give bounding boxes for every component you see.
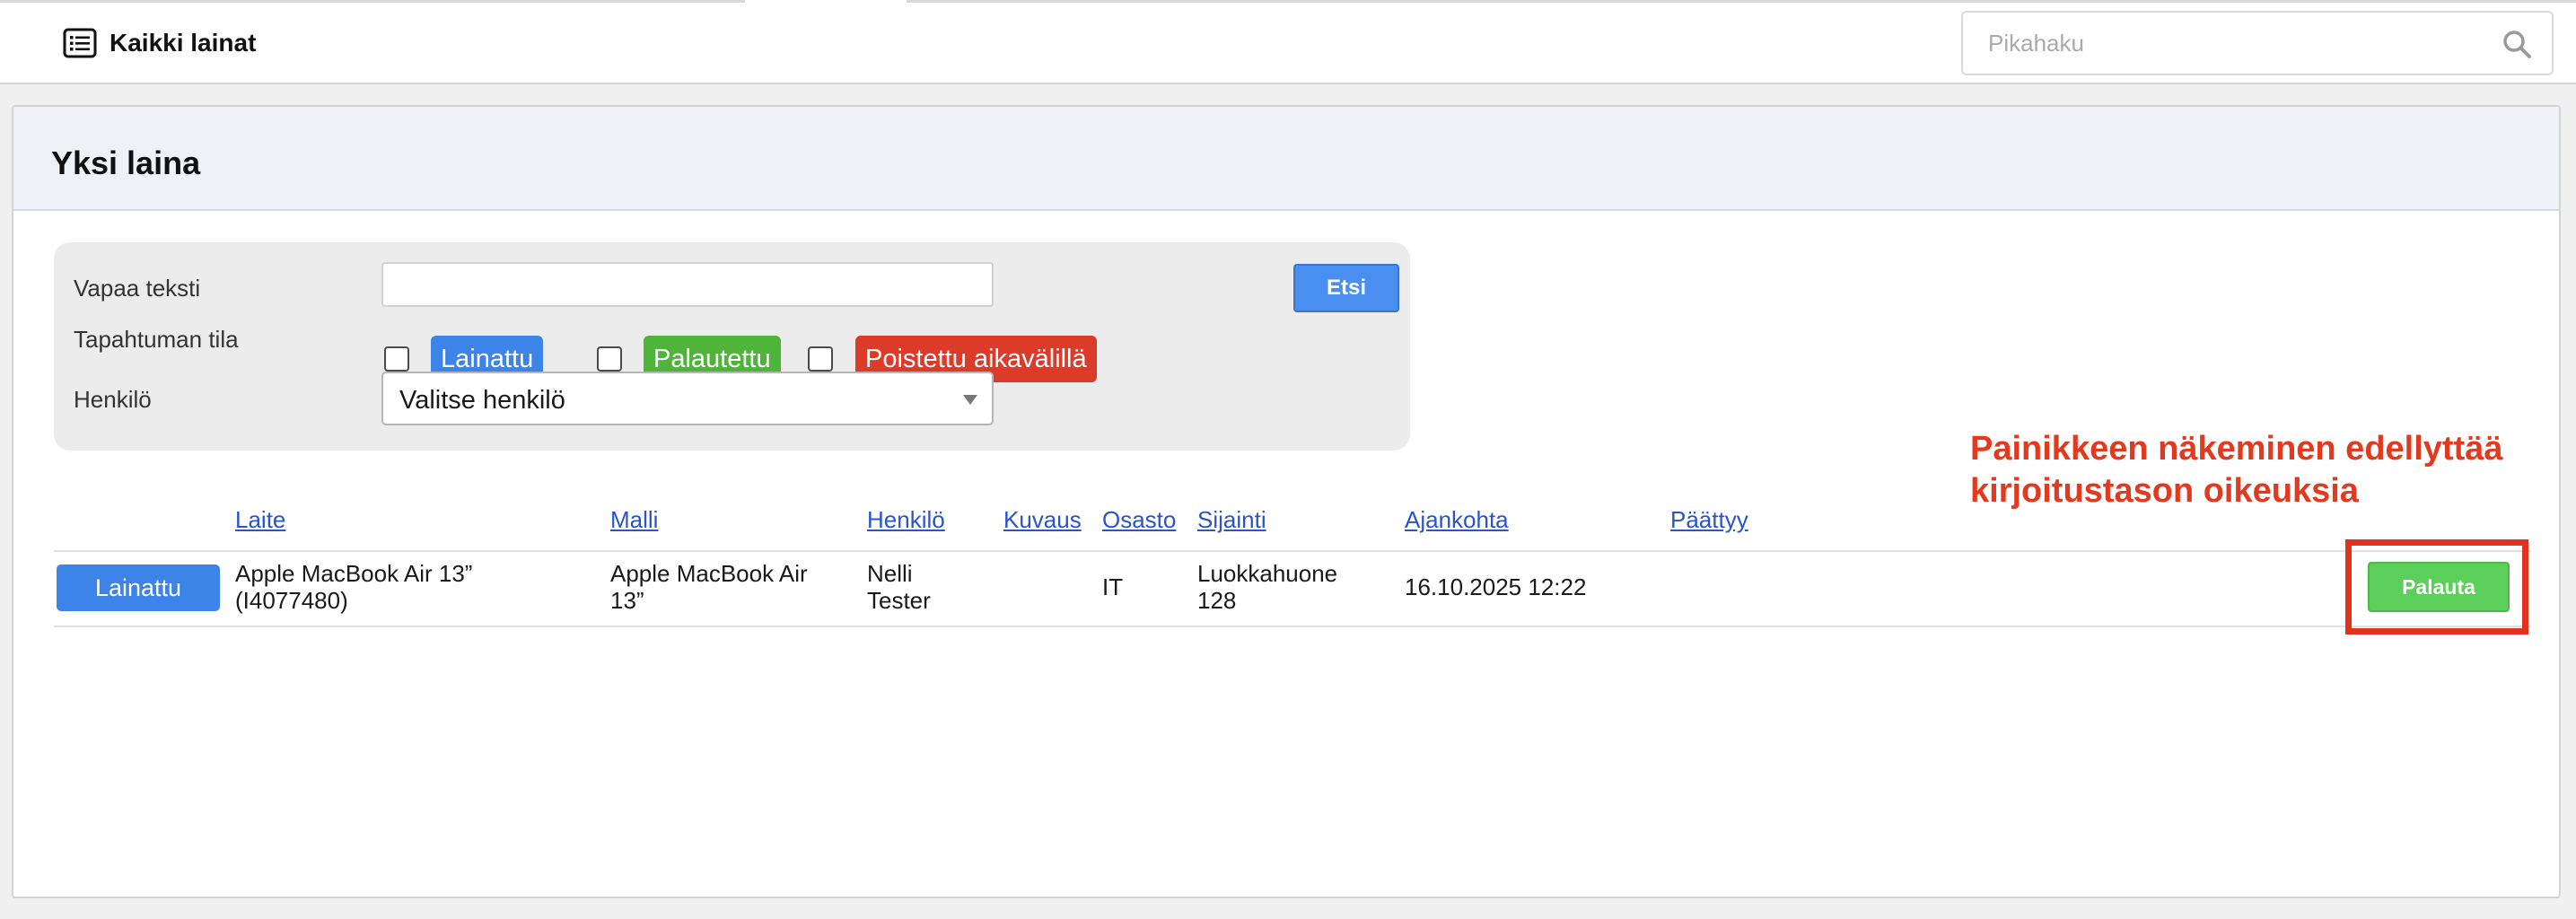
annotation-line-1: Painikkeen näkeminen edellyttää xyxy=(1970,430,2503,468)
department-cell: IT xyxy=(1102,573,1124,600)
location-line-2: 128 xyxy=(1197,587,1237,614)
device-id: (I4077480) xyxy=(235,587,348,614)
person-last-name: Tester xyxy=(867,587,931,614)
annotation-line-2: kirjoitustason oikeuksia xyxy=(1970,472,2359,510)
free-text-input[interactable] xyxy=(381,262,994,307)
person-cell: Nelli Tester xyxy=(867,560,931,614)
list-icon xyxy=(63,28,97,58)
column-header-paattyy[interactable]: Päättyy xyxy=(1670,506,1748,534)
time-cell: 16.10.2025 12:22 xyxy=(1405,573,1587,600)
panel-title: Yksi laina xyxy=(51,144,201,181)
quick-search[interactable] xyxy=(1961,11,2554,75)
search-button[interactable]: Etsi xyxy=(1293,264,1399,312)
row-status-button[interactable]: Lainattu xyxy=(57,565,220,611)
free-text-label: Vapaa teksti xyxy=(74,275,201,302)
person-first-name: Nelli xyxy=(867,560,913,587)
highlight-frame xyxy=(2345,539,2528,635)
person-label: Henkilö xyxy=(74,386,152,413)
top-bar: Kaikki lainat xyxy=(0,0,2576,84)
model-line-1: Apple MacBook Air xyxy=(610,560,808,587)
status-poistettu-checkbox[interactable] xyxy=(808,346,833,372)
filter-form: Vapaa teksti Etsi Tapahtuman tila Lainat… xyxy=(54,242,1410,451)
location-cell: Luokkahuone 128 xyxy=(1197,560,1337,614)
search-icon[interactable] xyxy=(2502,29,2532,59)
chevron-down-icon xyxy=(963,395,977,405)
model-cell: Apple MacBook Air 13” xyxy=(610,560,808,614)
status-lainattu-checkbox[interactable] xyxy=(384,346,409,372)
column-header-henkilo[interactable]: Henkilö xyxy=(867,506,945,534)
active-tab-gap xyxy=(745,0,907,3)
row-divider xyxy=(54,626,2531,627)
tab-strip xyxy=(0,0,2576,3)
person-select-value: Valitse henkilö xyxy=(399,386,565,415)
location-line-1: Luokkahuone xyxy=(1197,560,1338,587)
status-label: Tapahtuman tila xyxy=(74,326,239,353)
person-select[interactable]: Valitse henkilö xyxy=(381,372,994,425)
column-header-kuvaus[interactable]: Kuvaus xyxy=(1003,506,1082,534)
device-cell: Apple MacBook Air 13” (I4077480) xyxy=(235,560,472,614)
loan-panel: Yksi laina Vapaa teksti Etsi Tapahtuman … xyxy=(12,105,2561,898)
page-heading: Kaikki lainat xyxy=(63,25,256,61)
quick-search-input[interactable] xyxy=(1963,13,2493,74)
status-palautettu-checkbox[interactable] xyxy=(597,346,622,372)
column-header-osasto[interactable]: Osasto xyxy=(1102,506,1176,534)
column-header-malli[interactable]: Malli xyxy=(610,506,658,534)
page-title: Kaikki lainat xyxy=(110,29,257,57)
column-header-laite[interactable]: Laite xyxy=(235,506,285,534)
panel-header: Yksi laina xyxy=(13,107,2559,211)
column-header-sijainti[interactable]: Sijainti xyxy=(1197,506,1266,534)
permission-annotation: Painikkeen näkeminen edellyttää kirjoitu… xyxy=(1970,428,2536,512)
device-name: Apple MacBook Air 13” xyxy=(235,560,473,587)
model-line-2: 13” xyxy=(610,587,644,614)
column-header-ajankohta[interactable]: Ajankohta xyxy=(1405,506,1509,534)
row-divider xyxy=(54,550,2531,552)
